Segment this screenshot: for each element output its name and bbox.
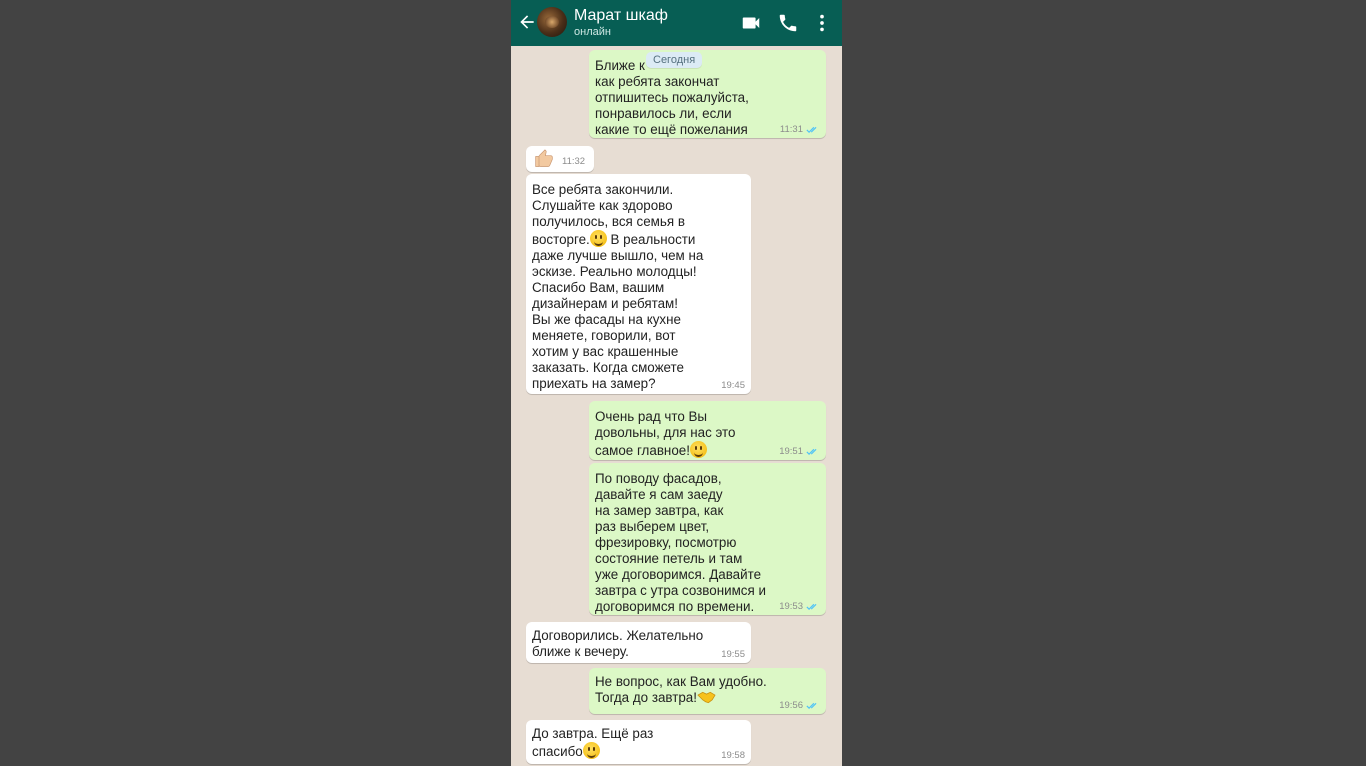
avatar[interactable]	[537, 7, 567, 37]
message-time: 19:56	[779, 700, 803, 711]
message-time: 19:53	[779, 601, 803, 612]
arrow-back-icon[interactable]	[517, 12, 537, 32]
smiley-emoji-icon	[589, 230, 607, 247]
chat-window: Марат шкаф онлайн Сегодня Ближе к как ре…	[511, 0, 842, 766]
message-bubble-outgoing[interactable]: Ближе к как ребята закончат отпишитесь п…	[589, 50, 826, 138]
message-meta: 19:53	[779, 601, 820, 612]
message-time: 19:45	[721, 380, 745, 391]
smiling-face-emoji-icon	[689, 441, 707, 458]
message-meta: 19:45	[721, 380, 745, 391]
message-bubble-incoming[interactable]: До завтра. Ещё раз спасибо 19:58	[526, 720, 751, 764]
video-call-icon[interactable]	[740, 12, 762, 34]
message-time: 19:51	[779, 446, 803, 457]
message-time: 11:32	[562, 156, 586, 167]
message-text: Все ребята закончили. Слушайте как здоро…	[526, 174, 751, 392]
message-bubble-outgoing[interactable]: Не вопрос, как Вам удобно. Тогда до завт…	[589, 668, 826, 714]
read-receipt-icon	[806, 702, 817, 709]
message-text-part: Не вопрос, как Вам удобно. Тогда до завт…	[595, 674, 767, 705]
message-bubble-incoming[interactable]: Договорились. Желательно ближе к вечеру.…	[526, 622, 751, 663]
message-text: Договорились. Желательно ближе к вечеру.	[532, 628, 704, 659]
phone-call-icon[interactable]	[777, 12, 799, 34]
thumbs-up-icon	[535, 149, 553, 167]
message-text-part: В реальности даже лучше вышло, чем на эс…	[532, 232, 704, 391]
message-bubble-outgoing[interactable]: Очень рад что Вы довольны, для нас это с…	[589, 401, 826, 460]
message-meta: 19:51	[779, 446, 820, 457]
date-divider: Сегодня	[646, 52, 703, 68]
message-time: 11:31	[779, 124, 803, 135]
message-bubble-outgoing[interactable]: По поводу фасадов, давайте я сам заеду н…	[589, 463, 826, 615]
more-vert-icon[interactable]	[811, 12, 833, 34]
contact-status: онлайн	[574, 26, 611, 38]
message-meta: 19:55	[721, 649, 745, 660]
message-meta: 19:56	[779, 700, 820, 711]
message-bubble-incoming[interactable]: Все ребята закончили. Слушайте как здоро…	[526, 174, 751, 394]
read-receipt-icon	[806, 448, 817, 455]
message-meta: 19:58	[721, 750, 745, 761]
smiley-emoji-icon	[582, 742, 600, 759]
handshake-emoji-icon	[697, 691, 716, 704]
chat-header: Марат шкаф онлайн	[511, 0, 842, 46]
message-bubble-incoming[interactable]: 11:32	[526, 146, 594, 172]
message-time: 19:55	[721, 649, 745, 660]
message-time: 19:58	[721, 750, 745, 761]
message-text-part: Очень рад что Вы довольны, для нас это с…	[595, 409, 736, 458]
read-receipt-icon	[806, 126, 817, 133]
message-text: До завтра. Ещё раз спасибо	[526, 720, 751, 760]
contact-name[interactable]: Марат шкаф	[574, 7, 668, 25]
read-receipt-icon	[806, 603, 817, 610]
message-text: По поводу фасадов, давайте я сам заеду н…	[595, 471, 766, 614]
message-meta: 11:31	[780, 124, 820, 135]
